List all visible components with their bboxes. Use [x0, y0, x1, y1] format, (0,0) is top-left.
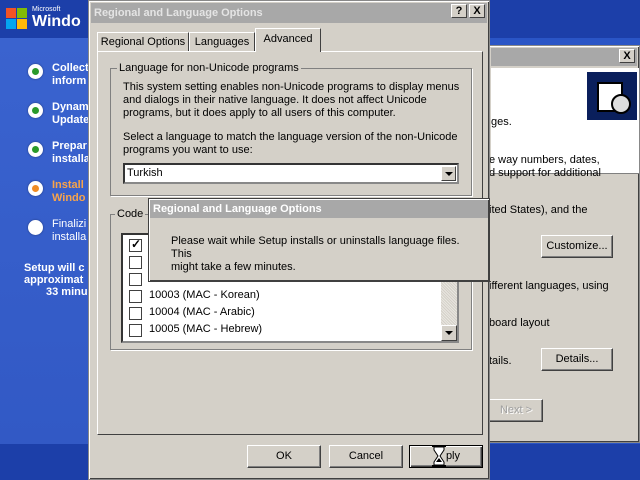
- installing-language-files-popup: Regional and Language Options Please wai…: [148, 198, 490, 282]
- popup-message: Please wait while Setup installs or unin…: [171, 235, 460, 273]
- nonunicode-description: This system setting enables non-Unicode …: [123, 81, 460, 119]
- scroll-down-icon[interactable]: [441, 325, 457, 341]
- checkbox[interactable]: [129, 290, 142, 303]
- popup-title: Regional and Language Options: [150, 200, 488, 218]
- next-button[interactable]: Next >: [489, 399, 543, 422]
- step-done-icon: [28, 103, 43, 118]
- apply-button[interactable]: ply: [409, 445, 483, 468]
- windows-flag-icon: [6, 8, 28, 30]
- step-done-icon: [28, 142, 43, 157]
- window-caption: [491, 48, 637, 66]
- checkbox[interactable]: [129, 273, 142, 286]
- ok-button[interactable]: OK: [247, 445, 321, 468]
- header-text: ges.: [491, 116, 512, 128]
- windows-logo: Microsoft Windo: [6, 4, 94, 34]
- description-text: tails.: [489, 355, 512, 367]
- customize-button[interactable]: Customize...: [541, 235, 613, 258]
- tab-regional-options[interactable]: Regional Options: [97, 32, 189, 52]
- tab-languages[interactable]: Languages: [189, 32, 255, 52]
- nonunicode-groupbox: Language for non-Unicode programs This s…: [110, 62, 472, 196]
- checkbox[interactable]: [129, 256, 142, 269]
- help-icon[interactable]: ?: [451, 4, 467, 18]
- description-text: e way numbers, dates,: [489, 154, 600, 166]
- selected-language: Turkish: [127, 167, 163, 179]
- checkbox[interactable]: [129, 324, 142, 337]
- installer-icon: [587, 72, 637, 120]
- description-text: board layout: [489, 317, 550, 329]
- dialog-title: Regional and Language Options: [91, 3, 487, 23]
- nonunicode-legend: Language for non-Unicode programs: [117, 62, 301, 74]
- details-button[interactable]: Details...: [541, 348, 613, 371]
- cancel-button[interactable]: Cancel: [329, 445, 403, 468]
- nonunicode-language-select[interactable]: Turkish: [123, 163, 459, 184]
- logo-windows-text: Windo: [32, 13, 81, 30]
- logo-microsoft-text: Microsoft: [32, 6, 61, 13]
- checkbox-checked[interactable]: [129, 237, 142, 252]
- chevron-down-icon[interactable]: [441, 166, 456, 181]
- tab-advanced[interactable]: Advanced: [255, 28, 321, 52]
- checkbox[interactable]: [129, 307, 142, 320]
- step-current-icon: [28, 181, 43, 196]
- codepage-legend: Code: [115, 208, 146, 220]
- hourglass-cursor-icon: [432, 445, 446, 467]
- description-text: ited States), and the: [489, 204, 588, 216]
- close-icon[interactable]: X: [469, 4, 485, 18]
- select-language-instructions: Select a language to match the language …: [123, 131, 458, 156]
- description-text: ifferent languages, using: [489, 280, 609, 292]
- close-icon[interactable]: X: [619, 49, 635, 63]
- step-pending-icon: [28, 220, 43, 235]
- regional-options-window: X ges. e way numbers, dates, d support f…: [488, 45, 640, 443]
- cd-icon: [611, 94, 631, 114]
- description-text: d support for additional: [489, 167, 601, 179]
- step-done-icon: [28, 64, 43, 79]
